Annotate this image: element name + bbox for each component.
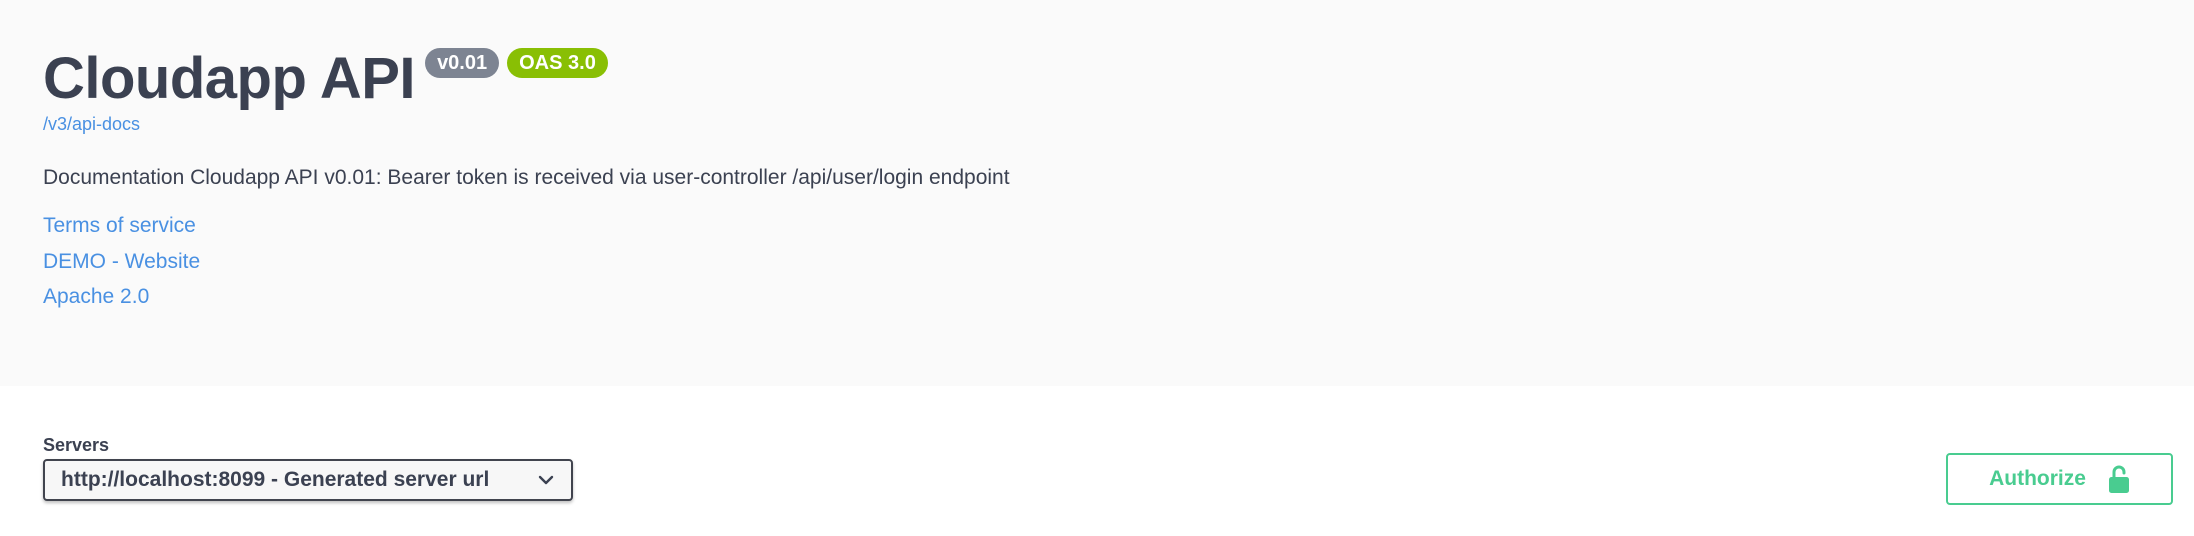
server-select-value: http://localhost:8099 - Generated server…	[61, 468, 490, 491]
servers-label: Servers	[43, 435, 110, 455]
chevron-down-icon	[537, 468, 555, 492]
unlocked-padlock-icon	[2108, 464, 2130, 494]
demo-website-link[interactable]: DEMO - Website	[43, 250, 200, 274]
license-link[interactable]: Apache 2.0	[43, 285, 149, 309]
authorize-label: Authorize	[1989, 467, 2086, 490]
oas-badge: OAS 3.0	[507, 48, 608, 78]
authorize-button[interactable]: Authorize	[1946, 453, 2173, 505]
terms-of-service-link[interactable]: Terms of service	[43, 214, 196, 238]
api-docs-link[interactable]: /v3/api-docs	[43, 114, 140, 135]
api-description: Documentation Cloudapp API v0.01: Bearer…	[43, 166, 1010, 189]
title-row: Cloudapp API v0.01 OAS 3.0	[43, 44, 608, 114]
page-title: Cloudapp API	[43, 46, 416, 111]
api-info-section: Cloudapp API v0.01 OAS 3.0 /v3/api-docs …	[0, 0, 2194, 386]
version-badge: v0.01	[425, 48, 500, 78]
server-select[interactable]: http://localhost:8099 - Generated server…	[43, 459, 573, 501]
